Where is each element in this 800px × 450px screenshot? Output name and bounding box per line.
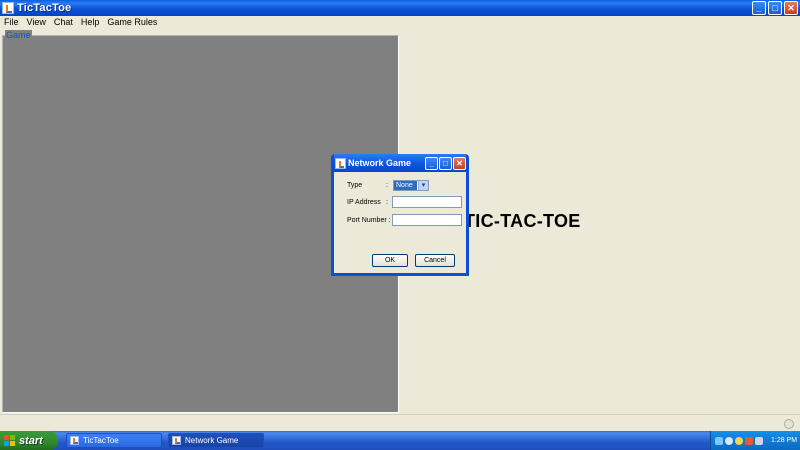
- security-icon[interactable]: [735, 436, 743, 445]
- dialog-body: Type : None ▾ IP Address : Port Number :…: [334, 172, 466, 273]
- dialog-minimize-button[interactable]: _: [425, 156, 438, 170]
- start-label: start: [19, 434, 43, 447]
- ip-address-input[interactable]: [392, 196, 462, 208]
- ip-address-colon: :: [386, 199, 388, 206]
- java-dialog-icon[interactable]: [335, 157, 346, 169]
- dialog-close-button[interactable]: ✕: [453, 156, 466, 170]
- close-button[interactable]: ✕: [784, 1, 798, 15]
- ok-button[interactable]: OK: [372, 254, 408, 267]
- type-label: Type: [347, 182, 363, 189]
- network-icon[interactable]: [715, 436, 723, 445]
- dialog-maximize-button[interactable]: □: [439, 156, 452, 170]
- network-game-dialog: Network Game _ □ ✕ Type : None ▾ IP Addr…: [331, 154, 469, 276]
- menu-file[interactable]: File: [0, 17, 23, 27]
- menu-bar: File View Chat Help Game Rules: [0, 16, 800, 28]
- ip-address-label: IP Address: [347, 199, 381, 206]
- game-group-label: Game: [5, 30, 32, 40]
- taskbar-item-network-game[interactable]: Network Game: [168, 433, 264, 448]
- menu-game-rules[interactable]: Game Rules: [103, 17, 161, 27]
- alert-icon[interactable]: [745, 436, 753, 445]
- type-select-value: None: [394, 181, 417, 190]
- port-number-input[interactable]: [392, 214, 462, 226]
- windows-logo-icon: [4, 435, 15, 446]
- menu-chat[interactable]: Chat: [50, 17, 77, 27]
- window-title: TicTacToe: [17, 2, 72, 14]
- type-colon: :: [386, 182, 388, 189]
- display-icon[interactable]: [755, 436, 763, 445]
- menu-view[interactable]: View: [23, 17, 50, 27]
- taskbar-item-label: TicTacToe: [83, 436, 119, 445]
- window-titlebar[interactable]: TicTacToe _ □ ✕: [0, 0, 800, 16]
- type-select[interactable]: None ▾: [393, 180, 429, 191]
- minimize-button[interactable]: _: [752, 1, 766, 15]
- dialog-controls: _ □ ✕: [425, 156, 466, 170]
- window-controls: _ □ ✕: [752, 1, 798, 15]
- start-button[interactable]: start: [0, 431, 58, 450]
- system-tray: 1:28 PM: [710, 431, 800, 450]
- java-app-icon: [172, 436, 181, 445]
- maximize-button[interactable]: □: [768, 1, 782, 15]
- chevron-down-icon[interactable]: ▾: [418, 181, 428, 190]
- taskbar: start TicTacToe Network Game 1:28 PM: [0, 431, 800, 450]
- dialog-title: Network Game: [348, 158, 412, 168]
- port-number-label: Port Number :: [347, 217, 391, 224]
- java-app-icon: [70, 436, 79, 445]
- taskbar-item-label: Network Game: [185, 436, 239, 445]
- game-title-text: TIC-TAC-TOE: [464, 211, 581, 231]
- java-app-icon[interactable]: [2, 2, 14, 14]
- resize-grip-icon[interactable]: [784, 419, 794, 429]
- clock[interactable]: 1:28 PM: [771, 437, 797, 444]
- menu-help[interactable]: Help: [77, 17, 104, 27]
- status-bar: [0, 414, 800, 431]
- taskbar-item-tictactoe[interactable]: TicTacToe: [66, 433, 162, 448]
- cancel-button[interactable]: Cancel: [415, 254, 455, 267]
- volume-icon[interactable]: [725, 436, 733, 445]
- dialog-titlebar[interactable]: Network Game _ □ ✕: [334, 154, 466, 172]
